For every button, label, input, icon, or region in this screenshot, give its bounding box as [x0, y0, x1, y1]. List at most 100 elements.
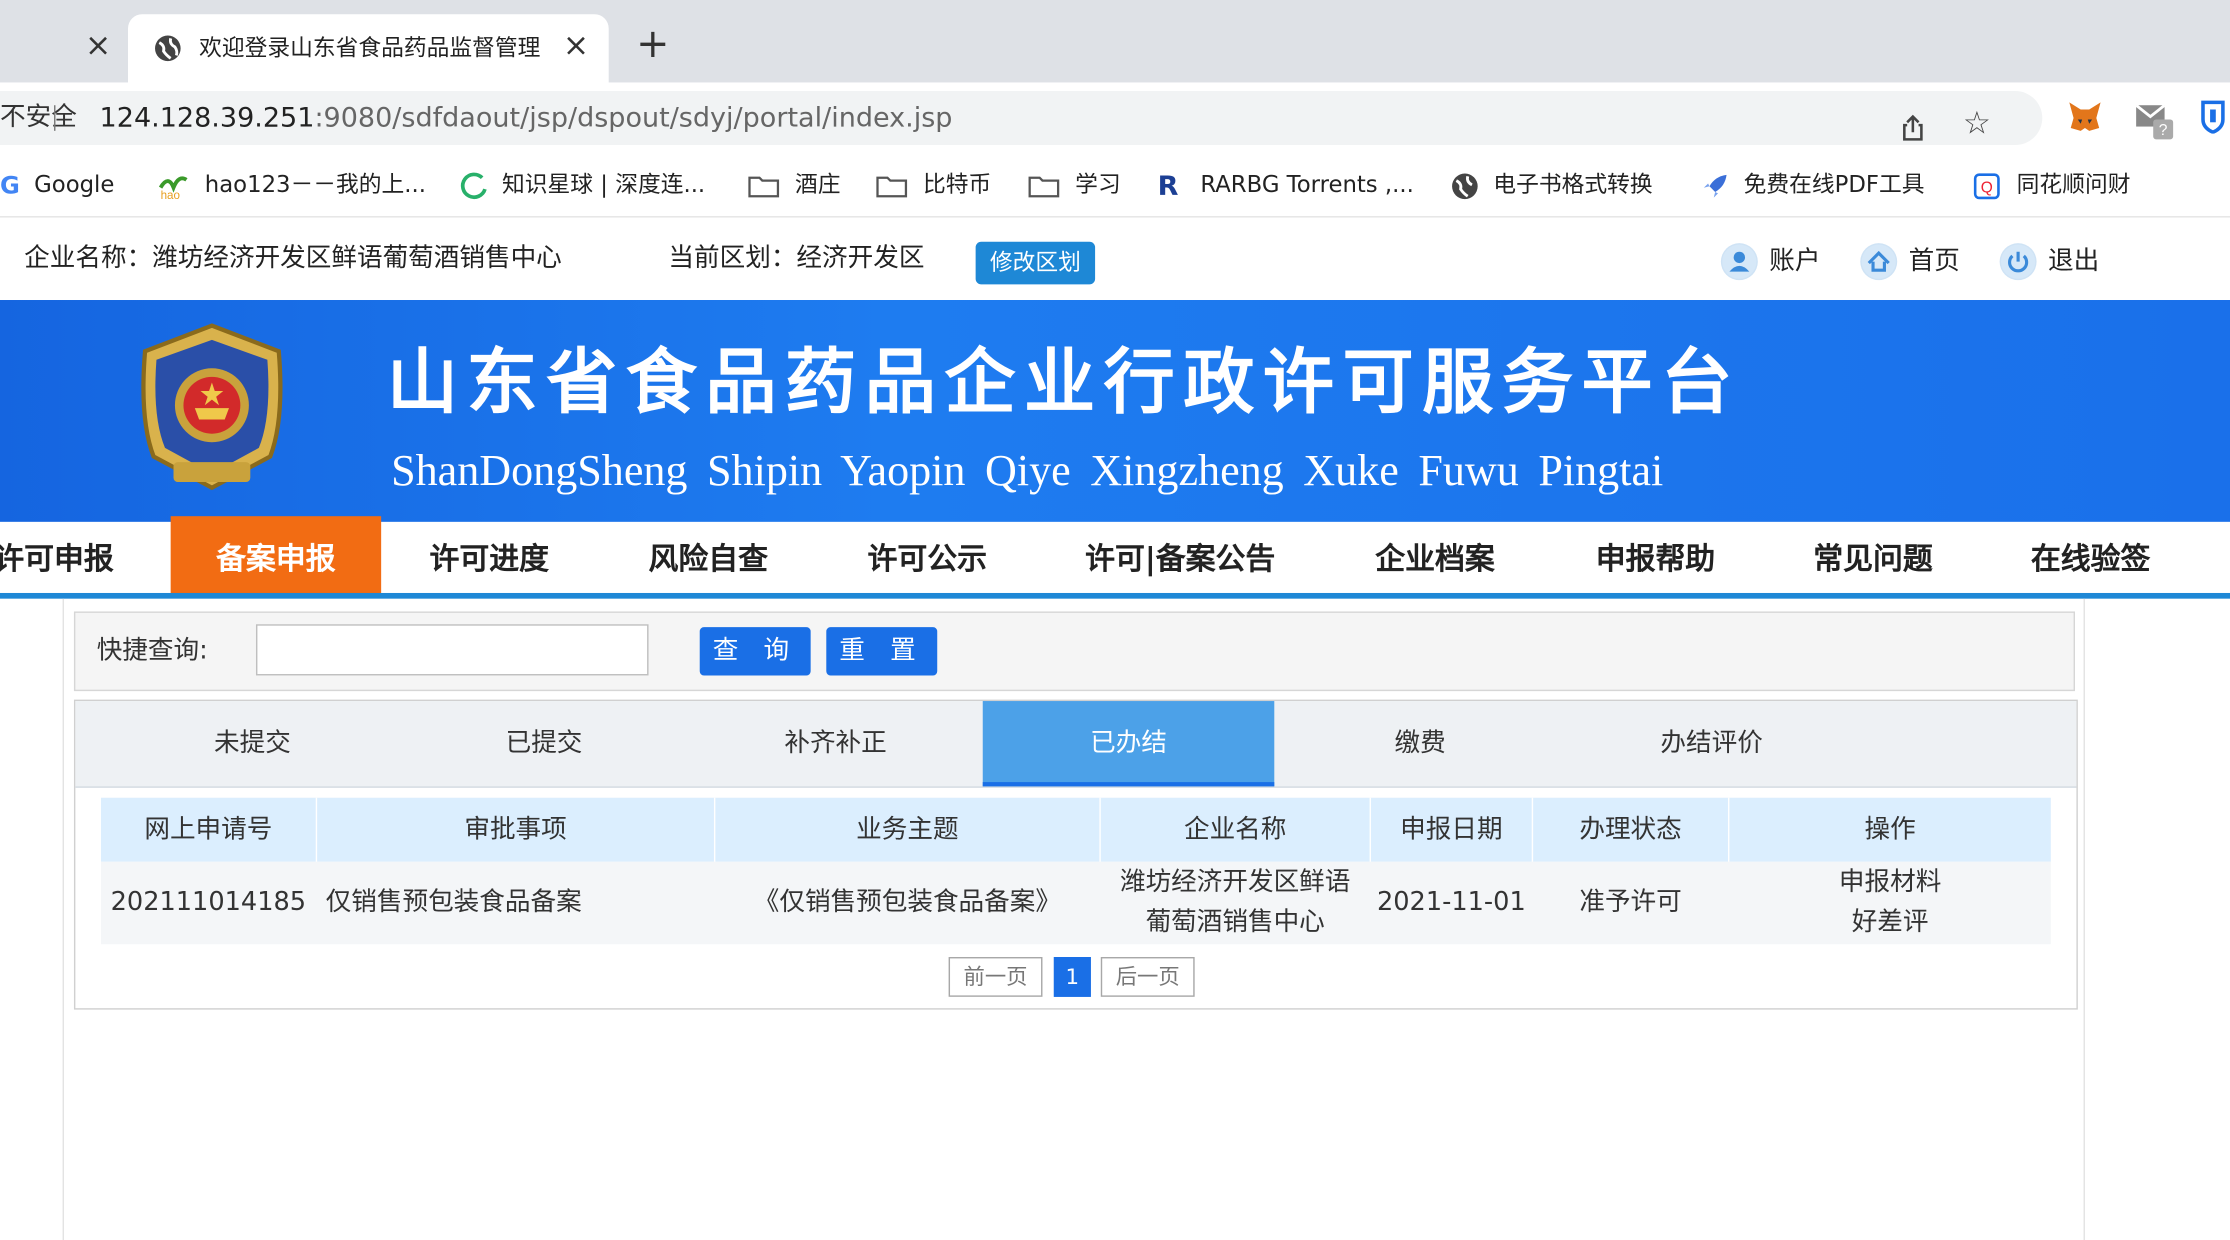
- gmail-checker-icon[interactable]: ?: [2133, 100, 2176, 143]
- bookmark-star-icon[interactable]: ☆: [1960, 107, 1994, 142]
- folder-icon: [748, 175, 780, 197]
- bookmark-label: 免费在线PDF工具: [1743, 170, 1925, 198]
- tab-payment[interactable]: 缴费: [1274, 701, 1566, 786]
- bookmark-google[interactable]: G Google: [0, 169, 114, 200]
- bookmark-label: 电子书格式转换: [1493, 170, 1653, 198]
- ths-icon: Q: [1973, 172, 2000, 199]
- reset-button[interactable]: 重 置: [826, 627, 938, 676]
- extension-shield-icon[interactable]: [2199, 100, 2227, 134]
- quick-search-input[interactable]: [255, 624, 649, 676]
- modify-region-button[interactable]: 修改区划: [975, 241, 1096, 285]
- column-header: 业务主题: [715, 797, 1101, 862]
- tab-completed[interactable]: 已办结: [982, 701, 1275, 787]
- tab-submitted[interactable]: 已提交: [398, 701, 690, 786]
- account-label: 账户: [1769, 246, 1821, 276]
- bookmark-rarbg[interactable]: R RARBG Torrents ,...: [1158, 169, 1414, 200]
- nav-item-company-archive[interactable]: 企业档案: [1375, 522, 1494, 593]
- bookmark-zsxq[interactable]: 知识星球 | 深度连...: [459, 169, 705, 200]
- filing-list-panel: 未提交 已提交 补齐补正 已办结 缴费 办结评价 网上申请号 审批事项 业务主题…: [73, 699, 2078, 1010]
- tab-supplement[interactable]: 补齐补正: [690, 701, 982, 786]
- next-page-button[interactable]: 后一页: [1100, 957, 1195, 997]
- banner-title: 山东省食品药品企业行政许可服务平台: [386, 339, 1741, 424]
- insecure-label[interactable]: 不安全: [0, 102, 77, 133]
- column-header: 办理状态: [1533, 797, 1730, 862]
- company-name: 企业名称：潍坊经济开发区鲜语葡萄酒销售中心: [24, 243, 562, 274]
- logout-link[interactable]: 退出: [1999, 243, 2099, 281]
- cell-company: 潍坊经济开发区鲜语 葡萄酒销售中心: [1101, 862, 1370, 944]
- view-materials-link[interactable]: 申报材料: [1839, 863, 1941, 903]
- company-line: 葡萄酒销售中心: [1145, 907, 1325, 938]
- close-icon[interactable]: ×: [82, 31, 113, 62]
- svg-text:hao: hao: [161, 188, 180, 199]
- folder-icon: [876, 175, 908, 197]
- nav-item-license-public[interactable]: 许可公示: [868, 522, 987, 593]
- globe-icon: [1452, 172, 1478, 199]
- content-border-right: [2083, 598, 2085, 1240]
- page-number-current[interactable]: 1: [1053, 957, 1091, 997]
- folder-icon: [1028, 175, 1060, 197]
- rocket-icon: [1703, 174, 1727, 197]
- cell-status: 准予许可: [1579, 887, 1682, 918]
- table-row: 202111014185 仅销售预包装食品备案 《仅销售预包装食品备案》 潍坊经…: [100, 861, 2051, 945]
- tab-evaluation[interactable]: 办结评价: [1566, 701, 1858, 786]
- bookmark-label: 知识星球 | 深度连...: [502, 170, 706, 198]
- current-region: 当前区划：经济开发区: [668, 243, 925, 274]
- nav-item-announcement[interactable]: 许可|备案公告: [1085, 522, 1275, 593]
- column-header: 申报日期: [1371, 797, 1534, 862]
- nav-item-filing-apply[interactable]: 备案申报: [170, 516, 382, 595]
- bookmark-label: 同花顺问财: [2016, 170, 2131, 198]
- bookmark-folder-study[interactable]: 学习: [1027, 169, 1121, 200]
- bookmark-label: 酒庄: [795, 170, 841, 198]
- tab-unsubmitted[interactable]: 未提交: [107, 701, 399, 786]
- bookmark-hao123[interactable]: hao hao123－－我的上...: [156, 169, 426, 200]
- bookmark-label: 学习: [1075, 170, 1121, 198]
- tab-title: 欢迎登录山东省食品药品监督管理: [199, 34, 541, 62]
- quick-search-label: 快捷查询:: [96, 635, 208, 666]
- account-link[interactable]: 账户: [1720, 243, 1821, 281]
- site-banner: 山东省食品药品企业行政许可服务平台 ShanDongSheng Shipin Y…: [0, 300, 2230, 522]
- prev-page-button[interactable]: 前一页: [948, 957, 1043, 997]
- power-icon: [1999, 243, 2037, 281]
- bookmark-label: RARBG Torrents ,...: [1200, 170, 1414, 198]
- cell-date: 2021-11-01: [1376, 887, 1526, 918]
- home-link[interactable]: 首页: [1860, 243, 1960, 281]
- nav-item-help[interactable]: 申报帮助: [1596, 522, 1715, 593]
- cell-apply-no: 202111014185: [110, 887, 307, 918]
- content-border-left: [62, 598, 64, 1240]
- query-button[interactable]: 查 询: [699, 627, 811, 676]
- bookmark-label: hao123－－我的上...: [204, 170, 427, 198]
- home-label: 首页: [1908, 246, 1960, 276]
- status-tabs: 未提交 已提交 补齐补正 已办结 缴费 办结评价: [75, 701, 2077, 788]
- url-path: :9080/sdfdaout/jsp/dspout/sdyj/portal/in…: [314, 102, 953, 134]
- emblem-icon: [141, 323, 283, 491]
- browser-tab-active[interactable]: 欢迎登录山东省食品药品监督管理 ×: [127, 14, 609, 83]
- bookmark-folder-bitcoin[interactable]: 比特币: [875, 169, 991, 200]
- bookmark-folder-jiuzhuang[interactable]: 酒庄: [747, 169, 841, 200]
- nav-item-faq[interactable]: 常见问题: [1813, 522, 1932, 593]
- nav-item-online-verify[interactable]: 在线验签: [2031, 522, 2150, 593]
- nav-item-risk-check[interactable]: 风险自查: [649, 522, 768, 593]
- rate-link[interactable]: 好差评: [1852, 903, 1929, 943]
- nav-item-license-progress[interactable]: 许可进度: [430, 522, 549, 593]
- browser-tabstrip: × 欢迎登录山东省食品药品监督管理 × +: [0, 0, 2230, 83]
- svg-text:?: ?: [2159, 122, 2168, 139]
- close-icon[interactable]: ×: [560, 31, 591, 62]
- company-info-bar: 企业名称：潍坊经济开发区鲜语葡萄酒销售中心 当前区划：经济开发区 修改区划 账户…: [0, 217, 2230, 301]
- metamask-icon[interactable]: [2066, 100, 2103, 134]
- hao123-icon: hao: [158, 175, 188, 200]
- banner-subtitle: ShanDongSheng Shipin Yaopin Qiye Xingzhe…: [391, 445, 1664, 495]
- cell-approval-item: 仅销售预包装食品备案: [325, 887, 582, 918]
- column-header: 网上申请号: [101, 797, 318, 862]
- bookmarks-bar: G Google hao hao123－－我的上... 知识星球 | 深度连... …: [0, 153, 2230, 218]
- bookmark-pdf[interactable]: 免费在线PDF工具: [1701, 169, 1925, 200]
- url-host: 124.128.39.251: [99, 102, 315, 134]
- new-tab-icon[interactable]: +: [634, 23, 671, 63]
- bookmark-ebook[interactable]: 电子书格式转换: [1451, 169, 1653, 200]
- google-icon: G: [0, 171, 20, 200]
- share-icon[interactable]: [1899, 114, 1927, 142]
- url-text[interactable]: 124.128.39.251:9080/sdfdaout/jsp/dspout/…: [100, 102, 953, 133]
- nav-item-license-apply[interactable]: 许可申报: [0, 522, 114, 593]
- bookmark-ths[interactable]: Q 同花顺问财: [1971, 169, 2130, 200]
- address-bar[interactable]: 不安全 124.128.39.251:9080/sdfdaout/jsp/dsp…: [0, 91, 2043, 146]
- company-line: 潍坊经济开发区鲜语: [1119, 867, 1351, 898]
